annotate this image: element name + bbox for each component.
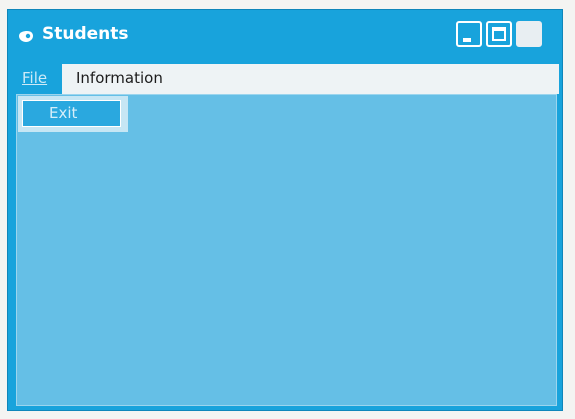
menu-item-exit[interactable]: Exit <box>22 100 121 127</box>
maximize-icon <box>492 27 506 41</box>
window-title: Students <box>42 24 129 44</box>
minimize-button[interactable] <box>456 21 482 47</box>
menu-bar: File Information <box>14 64 559 94</box>
file-menu-dropdown: Exit <box>18 96 128 132</box>
menu-item-exit-label: Exit <box>49 104 78 122</box>
client-area[interactable] <box>16 94 557 406</box>
menu-information[interactable]: Information <box>62 64 559 94</box>
close-button[interactable] <box>516 21 542 47</box>
app-window-icon <box>19 31 33 42</box>
students-window[interactable]: Students File Information Exit <box>7 9 563 411</box>
maximize-button[interactable] <box>486 21 512 47</box>
minimize-icon <box>463 38 471 42</box>
menu-information-label: Information <box>76 69 163 87</box>
title-bar[interactable]: Students <box>8 10 562 62</box>
menu-file-label: File <box>22 69 48 87</box>
menu-file[interactable]: File <box>14 64 62 94</box>
